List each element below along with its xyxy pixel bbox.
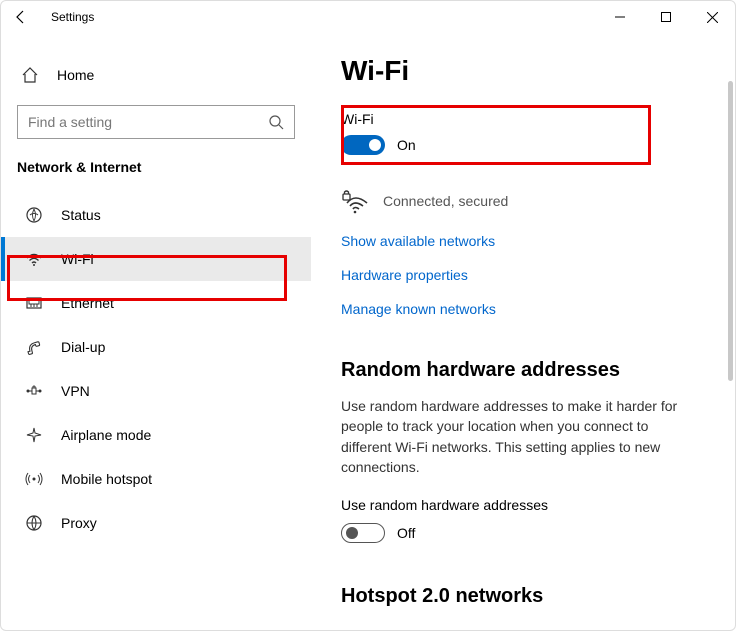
page-title: Wi-Fi — [341, 55, 725, 87]
wifi-toggle[interactable] — [341, 135, 385, 155]
random-toggle[interactable] — [341, 523, 385, 543]
sidebar-item-proxy[interactable]: Proxy — [1, 501, 311, 545]
sidebar: Home Find a setting Network & Internet S… — [1, 33, 311, 630]
link-hardware-properties[interactable]: Hardware properties — [341, 267, 725, 283]
sidebar-item-airplane[interactable]: Airplane mode — [1, 413, 311, 457]
ethernet-icon — [25, 294, 43, 312]
sidebar-section-title: Network & Internet — [1, 155, 311, 183]
connection-status: Connected, secured — [383, 193, 508, 209]
minimize-button[interactable] — [597, 1, 643, 33]
sidebar-home[interactable]: Home — [1, 55, 311, 95]
sidebar-item-label: Airplane mode — [61, 427, 151, 443]
scrollbar[interactable] — [728, 81, 733, 381]
close-button[interactable] — [689, 1, 735, 33]
hotspot-title: Hotspot 2.0 networks — [341, 585, 725, 608]
sidebar-home-label: Home — [57, 67, 94, 83]
sidebar-item-label: Dial-up — [61, 339, 105, 355]
sidebar-item-wifi[interactable]: Wi-Fi — [1, 237, 311, 281]
vpn-icon — [25, 382, 43, 400]
random-toggle-state: Off — [397, 525, 415, 541]
home-icon — [21, 66, 39, 84]
proxy-icon — [25, 514, 43, 532]
airplane-icon — [25, 426, 43, 444]
window-title: Settings — [51, 10, 94, 24]
sidebar-item-label: Ethernet — [61, 295, 114, 311]
sidebar-item-label: VPN — [61, 383, 90, 399]
search-placeholder: Find a setting — [28, 114, 268, 130]
sidebar-item-ethernet[interactable]: Ethernet — [1, 281, 311, 325]
search-icon — [268, 114, 284, 130]
sidebar-item-dialup[interactable]: Dial-up — [1, 325, 311, 369]
back-button[interactable] — [13, 9, 33, 25]
search-input[interactable]: Find a setting — [17, 105, 295, 139]
wifi-toggle-label: Wi-Fi — [341, 111, 725, 127]
content-pane: Wi-Fi Wi-Fi On Connec — [311, 33, 735, 630]
sidebar-item-label: Proxy — [61, 515, 97, 531]
random-addresses-desc: Use random hardware addresses to make it… — [341, 396, 681, 477]
dialup-icon — [25, 338, 43, 356]
status-icon — [25, 206, 43, 224]
sidebar-item-vpn[interactable]: VPN — [1, 369, 311, 413]
sidebar-item-status[interactable]: Status — [1, 193, 311, 237]
maximize-button[interactable] — [643, 1, 689, 33]
link-manage-known[interactable]: Manage known networks — [341, 301, 725, 317]
sidebar-item-label: Wi-Fi — [61, 251, 94, 267]
hotspot-icon — [25, 470, 43, 488]
sidebar-item-label: Status — [61, 207, 101, 223]
random-toggle-label: Use random hardware addresses — [341, 497, 725, 513]
wifi-secured-icon — [341, 187, 369, 215]
sidebar-item-label: Mobile hotspot — [61, 471, 152, 487]
random-addresses-title: Random hardware addresses — [341, 359, 725, 382]
titlebar: Settings — [1, 1, 735, 33]
sidebar-item-hotspot[interactable]: Mobile hotspot — [1, 457, 311, 501]
link-show-networks[interactable]: Show available networks — [341, 233, 725, 249]
wifi-toggle-state: On — [397, 137, 416, 153]
wifi-icon — [25, 250, 43, 268]
